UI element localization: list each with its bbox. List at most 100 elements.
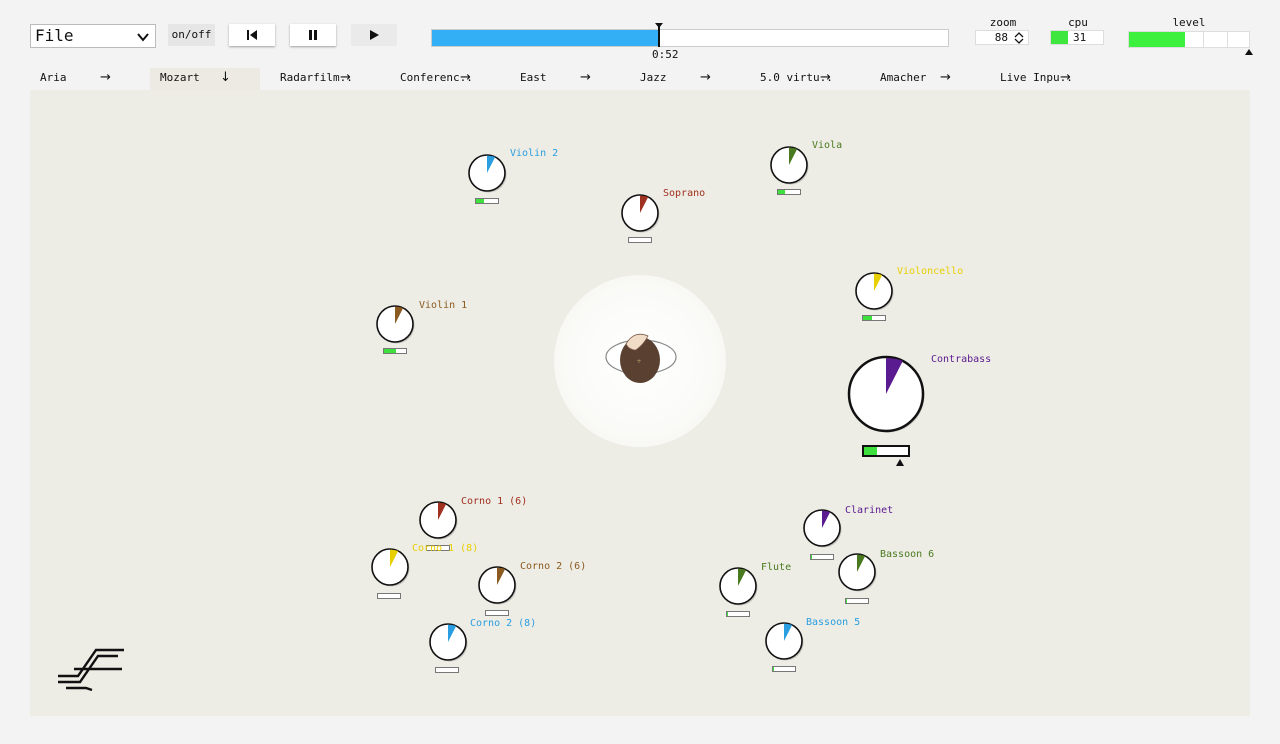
source-level-fill (384, 349, 397, 353)
source-level-meter (377, 593, 401, 599)
cpu-label: cpu (1068, 16, 1088, 29)
tab-5-0-virtu[interactable]: 5.0 virtu.. → (750, 68, 860, 90)
tab-amacher[interactable]: Amacher → (870, 68, 980, 90)
source-level-fill (864, 447, 878, 455)
zoom-label: zoom (989, 16, 1017, 29)
source-dial[interactable] (768, 144, 810, 186)
tab-live-inpu[interactable]: Live Inpu.. → (990, 68, 1100, 90)
source-label: Bassoon 6 (880, 549, 935, 560)
source-label: Violin 2 (510, 148, 559, 159)
tab-east[interactable]: East → (510, 68, 620, 90)
cpu-meter-fill (1051, 31, 1069, 44)
level-meter-fill (1129, 32, 1186, 47)
source-level-meter (845, 598, 869, 604)
zoom-stepper[interactable]: 88 (975, 30, 1029, 45)
arrow-right-icon[interactable]: → (820, 69, 831, 87)
playback-time: 0:52 (652, 48, 679, 61)
pause-icon (309, 30, 317, 40)
source-level-meter (383, 348, 407, 354)
source-dial[interactable] (846, 354, 926, 434)
arrow-down-icon[interactable]: ↓ (220, 69, 231, 87)
tab-radarfilm[interactable]: Radarfilm.. → (270, 68, 380, 90)
source-dial[interactable] (466, 152, 508, 194)
source-label: Contrabass (931, 354, 992, 365)
source-level-meter (628, 237, 652, 243)
tab-jazz[interactable]: Jazz → (630, 68, 740, 90)
app-logo-icon (58, 648, 124, 692)
play-icon (370, 30, 379, 40)
peak-marker-icon (896, 459, 904, 466)
source-label: Viola (812, 140, 843, 151)
cpu-meter: 31 (1050, 30, 1104, 45)
onoff-button[interactable]: on/off (168, 24, 215, 46)
source-label: Corno 1 (6) (461, 496, 528, 507)
source-dial[interactable] (619, 192, 661, 234)
source-dial[interactable] (717, 565, 759, 607)
chevron-down-icon (137, 33, 149, 42)
source-label: Violin 1 (419, 300, 468, 311)
arrow-right-icon[interactable]: → (460, 69, 471, 87)
file-dropdown[interactable]: File (30, 24, 156, 48)
tab-label: Aria (40, 71, 67, 84)
listener-head-icon[interactable]: + (604, 330, 678, 388)
source-label: Corno 1 (8) (412, 543, 479, 554)
progress-fill (432, 30, 660, 46)
zoom-value: 88 (994, 31, 1008, 44)
tab-label: East (520, 71, 547, 84)
svg-text:+: + (636, 358, 641, 365)
source-level-meter (810, 554, 834, 560)
spatial-stage[interactable]: + Violin 2 Soprano Viola Violoncello Violin … (30, 90, 1250, 716)
source-level-meter (475, 198, 499, 204)
playhead-handle[interactable] (653, 23, 665, 47)
pause-button[interactable] (290, 24, 336, 46)
arrow-right-icon[interactable]: → (580, 69, 591, 87)
playback-progress-bar[interactable] (431, 29, 949, 47)
source-dial[interactable] (836, 551, 878, 593)
source-dial[interactable] (763, 620, 805, 662)
tab-conferenc[interactable]: Conferenc.. → (390, 68, 500, 90)
file-dropdown-label: File (35, 26, 74, 45)
source-dial[interactable] (417, 499, 459, 541)
skip-back-button[interactable] (229, 24, 275, 46)
source-dial[interactable] (374, 303, 416, 345)
source-label: Soprano (663, 188, 706, 199)
source-dial[interactable] (853, 270, 895, 312)
source-dial[interactable] (427, 621, 469, 663)
arrow-right-icon[interactable]: → (100, 69, 111, 87)
stepper-arrows-icon[interactable] (1014, 32, 1024, 44)
skip-back-icon (247, 30, 257, 40)
source-level-meter (862, 315, 886, 321)
level-label: level (1172, 16, 1206, 29)
source-level-fill (773, 667, 775, 671)
source-dial[interactable] (369, 546, 411, 588)
source-level-fill (727, 612, 729, 616)
source-level-meter (777, 189, 801, 195)
source-label: Violoncello (897, 266, 964, 277)
arrow-right-icon[interactable]: → (1060, 69, 1071, 87)
peak-marker-icon (1245, 49, 1253, 55)
arrow-right-icon[interactable]: → (700, 69, 711, 87)
source-dial[interactable] (476, 564, 518, 606)
source-level-fill (811, 555, 813, 559)
arrow-right-icon[interactable]: → (340, 69, 351, 87)
source-label: Corno 2 (6) (520, 561, 587, 572)
level-meter (1128, 31, 1250, 48)
tab-label: Jazz (640, 71, 667, 84)
source-level-meter (726, 611, 750, 617)
active-tab-edge (240, 68, 252, 90)
source-level-meter (772, 666, 796, 672)
source-level-fill (863, 316, 872, 320)
source-level-fill (476, 199, 484, 203)
play-button[interactable] (351, 24, 397, 46)
source-dial[interactable] (801, 507, 843, 549)
source-level-fill (846, 599, 848, 603)
tab-label: Amacher (880, 71, 927, 84)
cpu-value: 31 (1073, 31, 1087, 44)
tab-label: Mozart (160, 71, 200, 84)
tab-aria[interactable]: Aria → (30, 68, 140, 90)
source-level-fill (778, 190, 785, 194)
source-level-meter (862, 445, 910, 457)
source-label: Corno 2 (8) (470, 618, 537, 629)
arrow-right-icon[interactable]: → (940, 69, 951, 87)
source-label: Bassoon 5 (806, 617, 861, 628)
